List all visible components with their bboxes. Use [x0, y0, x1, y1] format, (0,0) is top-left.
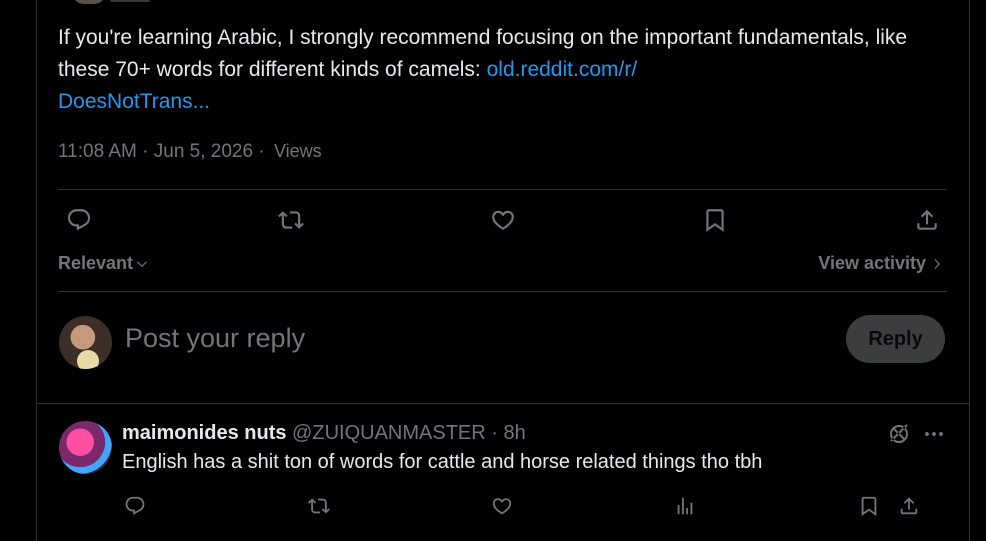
reply-share-button[interactable] — [895, 492, 923, 520]
reply-icon — [67, 209, 91, 231]
chevron-down-icon — [137, 260, 147, 267]
tweet-text: If you're learning Arabic, I strongly re… — [58, 22, 938, 118]
reply-author-handle[interactable]: @ZUIQUANMASTER · 8h — [292, 422, 526, 444]
retweet-icon — [308, 498, 330, 514]
reply-text: English has a shit ton of words for catt… — [122, 451, 763, 473]
reply-input[interactable] — [125, 323, 825, 354]
reply-views-button[interactable] — [671, 492, 699, 520]
reply-button[interactable] — [61, 202, 97, 238]
bookmark-icon — [706, 209, 724, 232]
grok-icon — [890, 424, 908, 443]
views-label: Views — [273, 141, 322, 161]
reply-reply-button[interactable] — [121, 492, 149, 520]
heart-icon — [492, 210, 514, 230]
reply-author-avatar[interactable] — [59, 421, 112, 474]
analytics-icon — [677, 497, 693, 515]
reply-author-name[interactable]: maimonides nuts — [122, 422, 286, 444]
reply-submit-button[interactable]: Reply — [846, 315, 945, 363]
author-name-fragment — [110, 0, 150, 2]
like-button[interactable] — [485, 202, 521, 238]
bookmark-icon — [861, 496, 877, 517]
view-activity-link[interactable]: View activity — [818, 253, 944, 274]
retweet-icon — [278, 211, 304, 229]
divider — [58, 189, 947, 190]
sort-dropdown[interactable]: Relevant — [58, 253, 149, 274]
divider — [36, 403, 970, 404]
heart-icon — [492, 498, 512, 515]
tweet-timestamp[interactable]: 11:08 AM · Jun 5, 2026 · — [58, 141, 270, 162]
share-button[interactable] — [909, 202, 945, 238]
share-icon — [917, 209, 937, 230]
tweet-body: If you're learning Arabic, I strongly re… — [58, 26, 908, 81]
reply-bookmark-button[interactable] — [855, 492, 883, 520]
chevron-right-icon — [934, 258, 941, 269]
reply-retweet-button[interactable] — [305, 492, 333, 520]
current-user-avatar[interactable] — [59, 316, 112, 369]
share-icon — [900, 497, 918, 515]
view-activity-label: View activity — [818, 253, 926, 273]
reply-header: maimonides nuts @ZUIQUANMASTER · 8h — [122, 422, 526, 445]
grok-button[interactable] — [885, 420, 913, 448]
tweet-meta: 11:08 AM · Jun 5, 2026 · Views — [58, 141, 322, 163]
more-icon — [925, 432, 943, 436]
sort-label: Relevant — [58, 253, 134, 273]
reply-icon — [125, 496, 145, 515]
reply-like-button[interactable] — [488, 492, 516, 520]
retweet-button[interactable] — [273, 202, 309, 238]
bookmark-button[interactable] — [697, 202, 733, 238]
more-button[interactable] — [920, 420, 948, 448]
divider — [58, 291, 947, 292]
